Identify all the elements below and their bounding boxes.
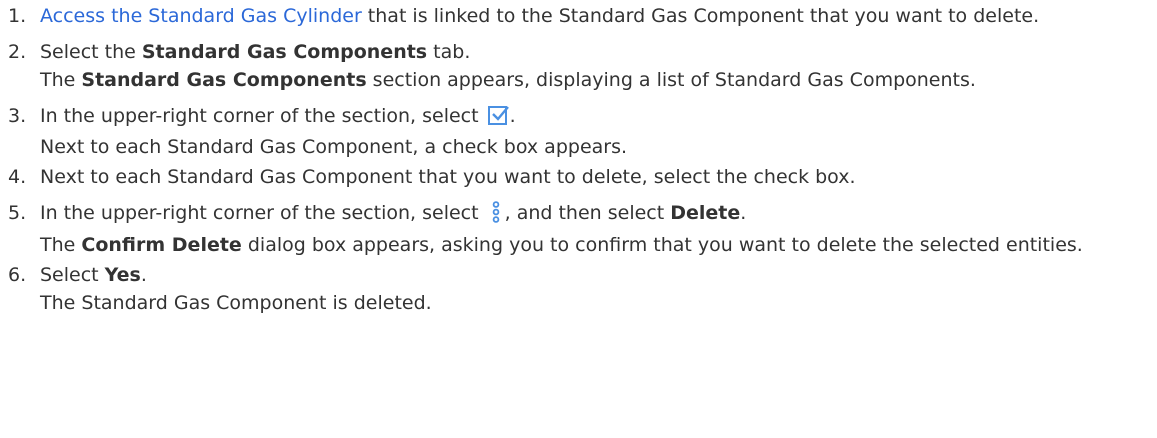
step-text: , and then select — [504, 202, 671, 224]
step-2: 2. Select the Standard Gas Components ta… — [0, 38, 1157, 94]
step-result: Next to each Standard Gas Component, a c… — [40, 136, 628, 158]
step-body: Access the Standard Gas Cylinder that is… — [40, 2, 1157, 30]
step-body: Next to each Standard Gas Component that… — [40, 166, 856, 188]
step-result: The Standard Gas Components section appe… — [40, 69, 976, 91]
step-3: 3. In the upper-right corner of the sect… — [0, 102, 1157, 161]
step-number: 4. — [8, 166, 27, 188]
step-body: In the upper-right corner of the section… — [40, 199, 1157, 259]
step-text: Select — [40, 264, 105, 286]
check-box-icon — [487, 105, 510, 133]
ui-term: Delete — [670, 202, 741, 224]
step-result: The Confirm Delete dialog box appears, a… — [40, 234, 1083, 256]
step-text: section appears, displaying a list of St… — [366, 69, 976, 91]
step-number: 3. — [8, 105, 27, 127]
step-number: 2. — [8, 41, 27, 63]
ui-term: Standard Gas Components — [81, 69, 367, 91]
ui-term: Yes — [104, 264, 141, 286]
access-cylinder-link[interactable]: Access the Standard Gas Cylinder — [40, 5, 362, 27]
step-text: In the upper-right corner of the section… — [40, 105, 485, 127]
step-number: 1. — [8, 5, 27, 27]
step-text: . — [140, 264, 147, 286]
step-6: 6. Select Yes. The Standard Gas Componen… — [0, 261, 1157, 317]
kebab-menu-icon — [491, 201, 501, 231]
step-instruction: Select Yes. — [40, 261, 1151, 289]
step-text: . — [740, 202, 747, 224]
step-instruction: In the upper-right corner of the section… — [40, 102, 1151, 133]
step-body: Select Yes. The Standard Gas Component i… — [40, 261, 1157, 317]
step-1: 1. Access the Standard Gas Cylinder that… — [0, 2, 1157, 30]
step-5: 5. In the upper-right corner of the sect… — [0, 199, 1157, 259]
step-text: In the upper-right corner of the section… — [40, 202, 485, 224]
step-text: that is linked to the Standard Gas Compo… — [361, 5, 1040, 27]
ui-term: Confirm Delete — [81, 234, 242, 256]
step-body: In the upper-right corner of the section… — [40, 102, 1157, 161]
step-text: tab. — [427, 41, 471, 63]
step-instruction: In the upper-right corner of the section… — [40, 199, 1151, 231]
step-text: dialog box appears, asking you to confir… — [241, 234, 1083, 256]
procedure-steps: 1. Access the Standard Gas Cylinder that… — [0, 2, 1157, 317]
step-body: Select the Standard Gas Components tab. … — [40, 38, 1157, 94]
step-4: 4. Next to each Standard Gas Component t… — [0, 163, 1157, 191]
step-instruction: Select the Standard Gas Components tab. — [40, 38, 1151, 66]
step-text: . — [509, 105, 516, 127]
step-number: 5. — [8, 202, 27, 224]
step-number: 6. — [8, 264, 27, 286]
step-result: The Standard Gas Component is deleted. — [40, 292, 432, 314]
ui-term: Standard Gas Components — [141, 41, 428, 63]
step-text: Select the — [40, 41, 142, 63]
